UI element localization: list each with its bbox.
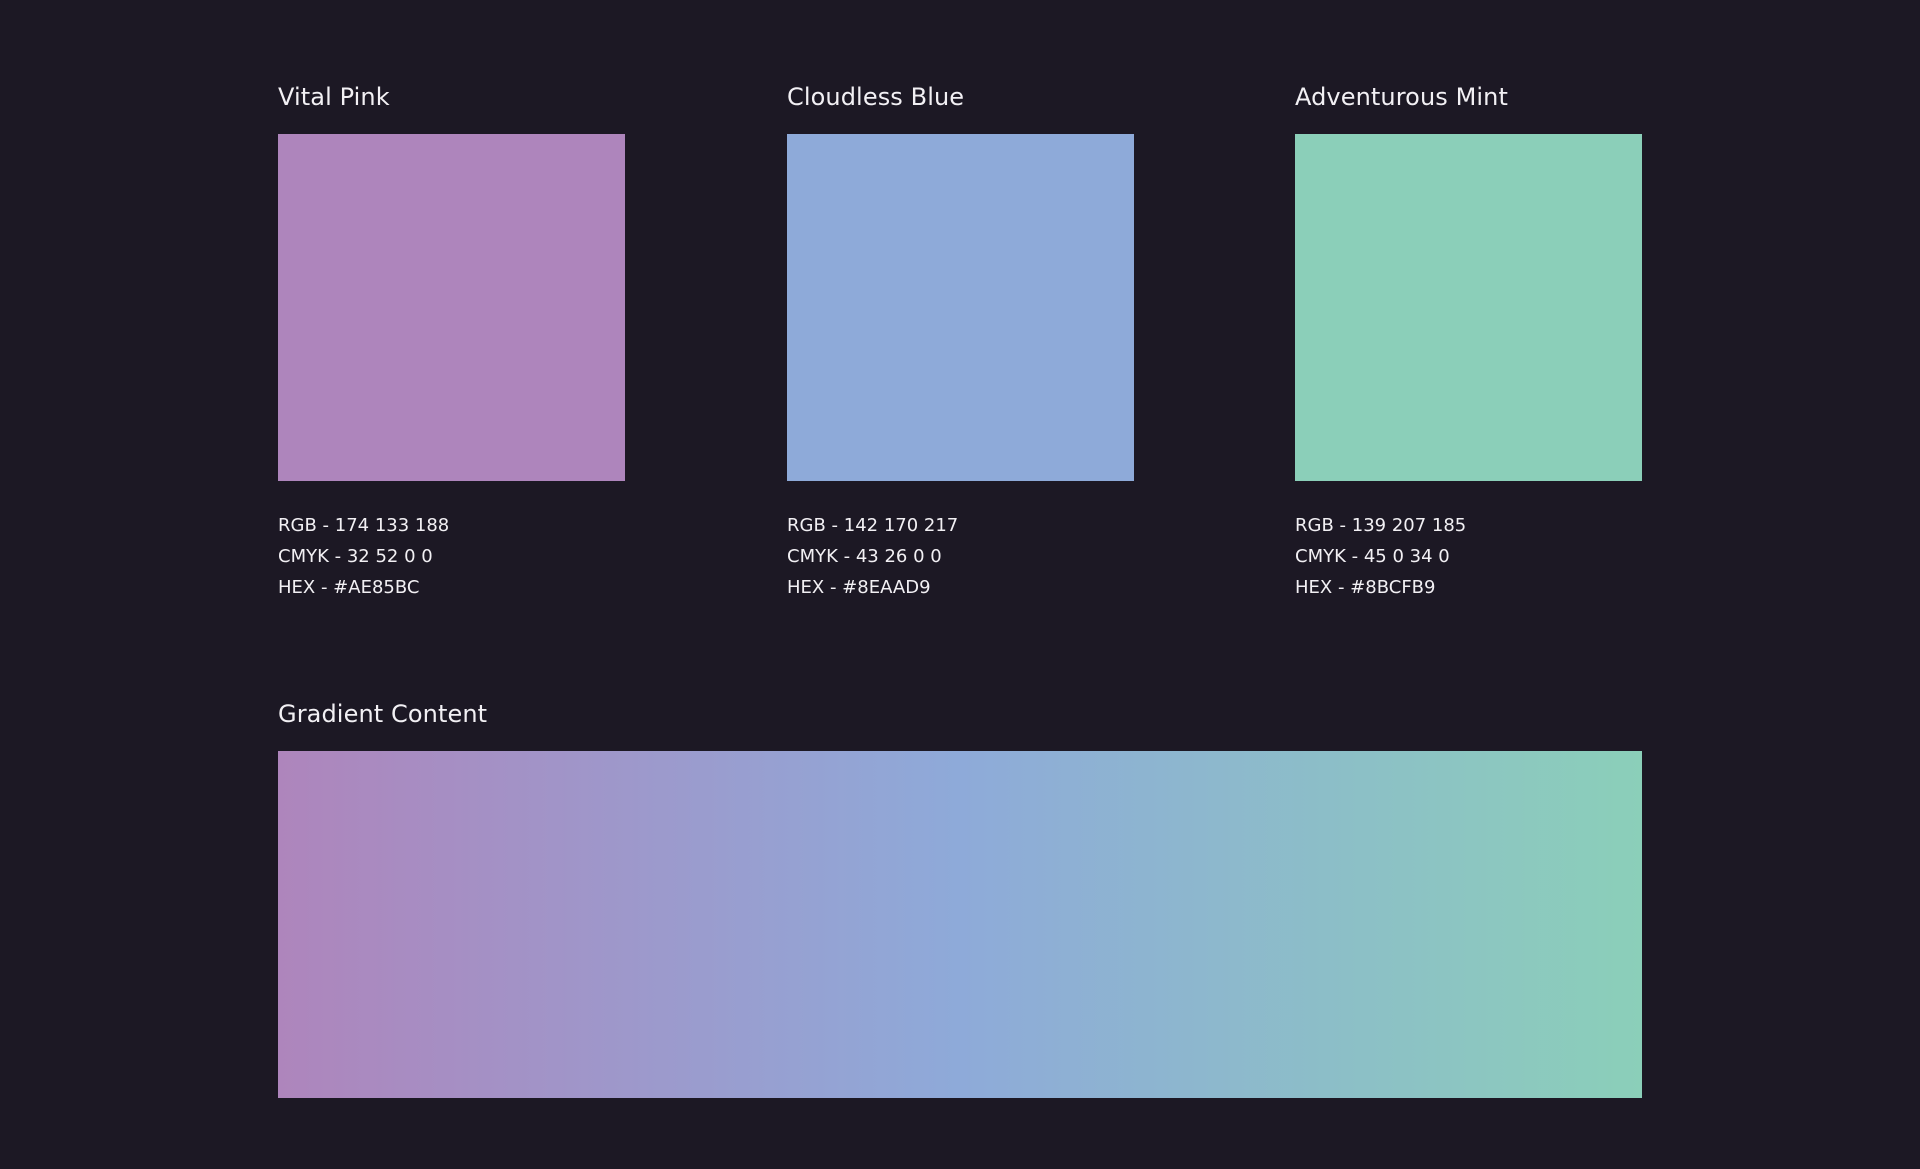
- color-chip-vital-pink: [278, 134, 625, 481]
- gradient-section: Gradient Content: [278, 697, 1642, 1098]
- color-swatches: Vital Pink RGB - 174 133 188 CMYK - 32 5…: [278, 80, 1642, 600]
- rgb-value: RGB - 139 207 185: [1295, 515, 1467, 536]
- hex-value: HEX - #8EAAD9: [787, 577, 931, 598]
- gradient-swatch: [278, 751, 1642, 1098]
- hex-value: HEX - #8BCFB9: [1295, 577, 1436, 598]
- rgb-value: RGB - 142 170 217: [787, 515, 959, 536]
- color-codes: RGB - 139 207 185 CMYK - 45 0 34 0 HEX -…: [1295, 510, 1642, 603]
- cmyk-value: CMYK - 43 26 0 0: [787, 546, 942, 567]
- swatch-vital-pink: Vital Pink RGB - 174 133 188 CMYK - 32 5…: [278, 80, 625, 603]
- gradient-title: Gradient Content: [278, 700, 488, 728]
- color-chip-cloudless-blue: [787, 134, 1134, 481]
- cmyk-value: CMYK - 45 0 34 0: [1295, 546, 1450, 567]
- cmyk-value: CMYK - 32 52 0 0: [278, 546, 433, 567]
- swatch-cloudless-blue: Cloudless Blue RGB - 142 170 217 CMYK - …: [787, 80, 1134, 603]
- rgb-value: RGB - 174 133 188: [278, 515, 450, 536]
- swatch-adventurous-mint: Adventurous Mint RGB - 139 207 185 CMYK …: [1295, 80, 1642, 603]
- swatch-title: Vital Pink: [278, 83, 390, 111]
- hex-value: HEX - #AE85BC: [278, 577, 420, 598]
- color-codes: RGB - 142 170 217 CMYK - 43 26 0 0 HEX -…: [787, 510, 1134, 603]
- color-palette-page: Vital Pink RGB - 174 133 188 CMYK - 32 5…: [0, 0, 1920, 1169]
- swatch-title: Adventurous Mint: [1295, 83, 1508, 111]
- color-chip-adventurous-mint: [1295, 134, 1642, 481]
- swatch-title: Cloudless Blue: [787, 83, 965, 111]
- color-codes: RGB - 174 133 188 CMYK - 32 52 0 0 HEX -…: [278, 510, 625, 603]
